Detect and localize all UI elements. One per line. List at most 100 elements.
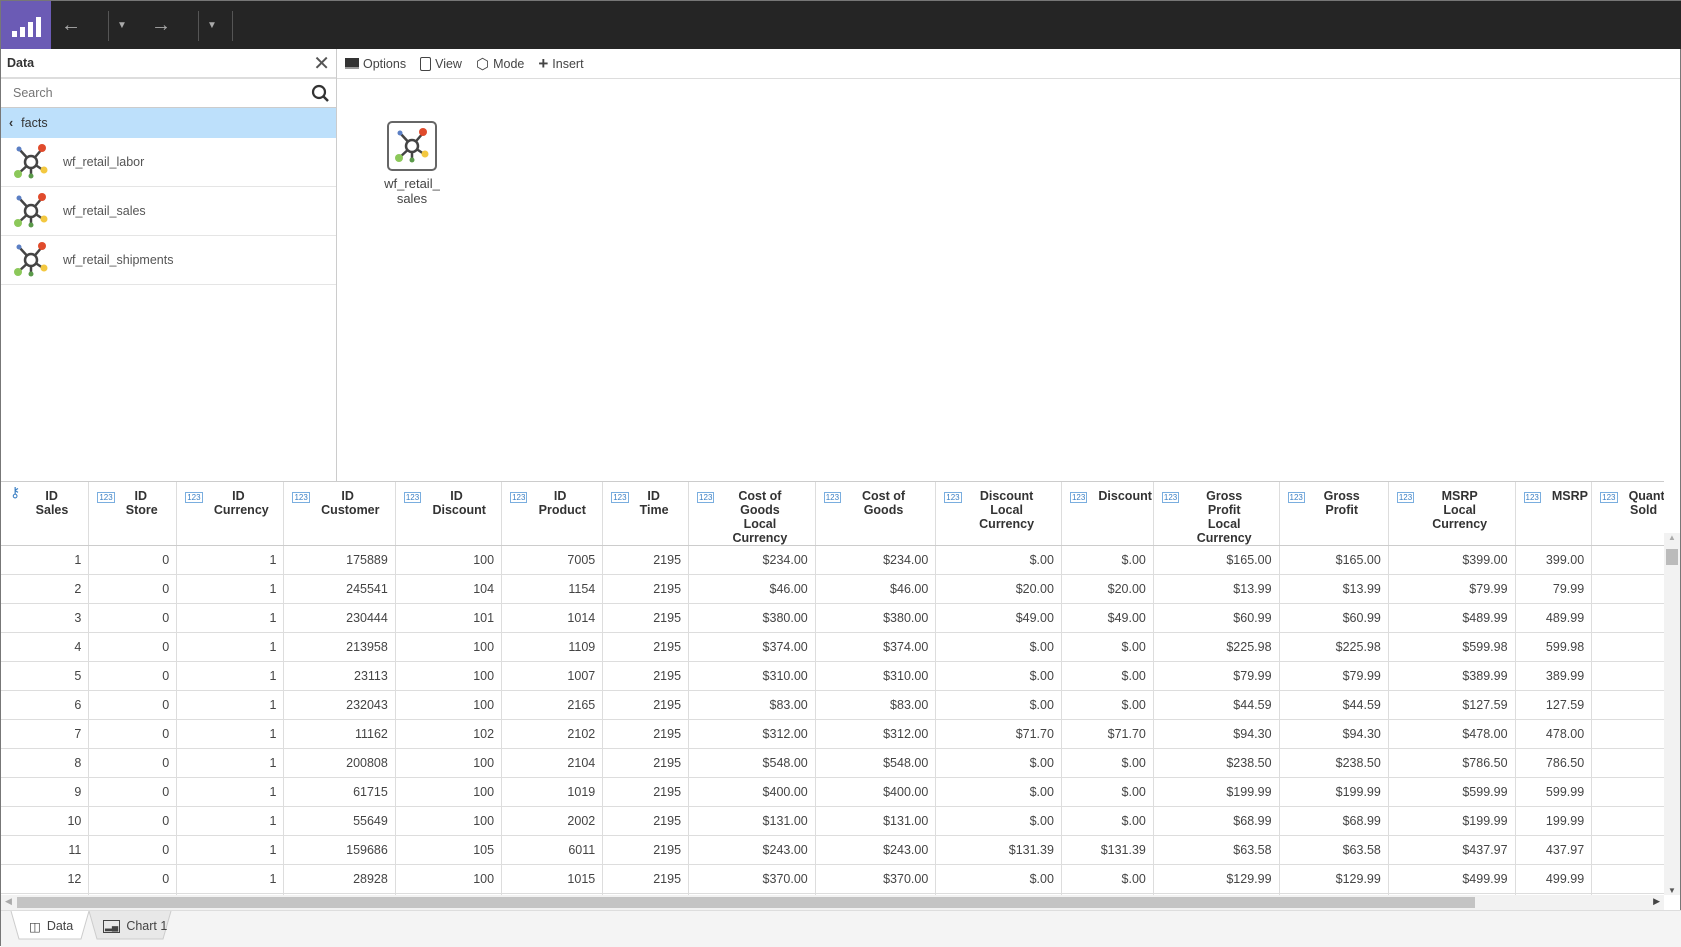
table-cell[interactable]: $389.99 <box>1388 661 1516 691</box>
table-cell[interactable]: $380.00 <box>815 603 937 633</box>
table-cell[interactable]: $599.98 <box>1388 632 1516 662</box>
table-cell[interactable]: $786.50 <box>1388 748 1516 778</box>
tab-data[interactable]: ◫ Data <box>15 911 87 941</box>
table-cell[interactable]: $400.00 <box>688 777 816 807</box>
table-cell[interactable]: 213958 <box>283 632 396 662</box>
table-cell[interactable]: 1154 <box>501 574 604 604</box>
table-cell[interactable]: 2002 <box>501 806 604 836</box>
table-cell[interactable]: 100 <box>395 661 503 691</box>
table-row[interactable]: 7 0 1 11162 102 2102 2195 $312.00 $312.00 $71.70 $… <box>1 719 1664 749</box>
table-cell[interactable]: $131.39 <box>935 835 1062 865</box>
table-cell[interactable]: $234.00 <box>815 545 937 575</box>
table-cell[interactable]: $.00 <box>1061 661 1154 691</box>
table-cell[interactable]: 0 <box>88 777 178 807</box>
table-cell[interactable]: 175889 <box>283 545 396 575</box>
tab-chart-1[interactable]: ▂▄ Chart 1 <box>89 911 181 941</box>
table-cell[interactable]: 100 <box>395 864 503 894</box>
table-cell[interactable]: $13.99 <box>1279 574 1389 604</box>
table-cell[interactable]: 2 <box>1591 632 1664 662</box>
table-cell[interactable]: 2195 <box>602 719 690 749</box>
table-cell[interactable]: 232043 <box>283 690 396 720</box>
table-cell[interactable]: 0 <box>88 632 178 662</box>
table-cell[interactable]: $46.00 <box>688 574 816 604</box>
table-cell[interactable]: 2195 <box>602 545 690 575</box>
search-icon[interactable] <box>306 83 336 103</box>
table-cell[interactable]: 1 <box>176 864 285 894</box>
table-cell[interactable]: $79.99 <box>1388 574 1516 604</box>
column-header[interactable]: 123 ID Discount <box>395 482 503 546</box>
table-cell[interactable]: $199.99 <box>1388 806 1516 836</box>
table-cell[interactable]: $131.00 <box>688 806 816 836</box>
table-cell[interactable]: 2195 <box>602 661 690 691</box>
table-cell[interactable]: 11162 <box>283 719 396 749</box>
table-cell[interactable]: 6 <box>1 690 90 720</box>
table-cell[interactable]: $225.98 <box>1153 632 1280 662</box>
table-cell[interactable]: 2195 <box>602 574 690 604</box>
column-header[interactable]: 123Quantity Sold <box>1591 482 1664 546</box>
column-header[interactable]: 123 Gross Profit Local Currency <box>1153 482 1280 546</box>
table-cell[interactable]: $312.00 <box>688 719 816 749</box>
table-cell[interactable]: 0 <box>88 661 178 691</box>
dataset-list-item[interactable]: wf_retail_shipments <box>1 236 336 285</box>
table-cell[interactable]: 1 <box>1591 777 1664 807</box>
table-cell[interactable]: 2195 <box>602 690 690 720</box>
table-cell[interactable]: $.00 <box>1061 806 1154 836</box>
table-cell[interactable]: $374.00 <box>815 632 937 662</box>
table-cell[interactable]: $.00 <box>935 545 1062 575</box>
table-cell[interactable]: $548.00 <box>688 748 816 778</box>
table-cell[interactable]: 1 <box>1591 748 1664 778</box>
table-cell[interactable]: $71.70 <box>1061 719 1154 749</box>
table-cell[interactable]: $238.50 <box>1279 748 1389 778</box>
table-cell[interactable]: $374.00 <box>688 632 816 662</box>
table-cell[interactable]: 1015 <box>501 864 604 894</box>
table-cell[interactable]: $.00 <box>935 777 1062 807</box>
table-row[interactable]: 12 0 1 28928 100 1015 2195 $370.00 $370.00 $.00 $.… <box>1 864 1664 894</box>
table-cell[interactable]: 9 <box>1 777 90 807</box>
table-cell[interactable]: 200808 <box>283 748 396 778</box>
table-cell[interactable]: $49.00 <box>1061 603 1154 633</box>
table-row[interactable]: 4 0 1 213958 100 1109 2195 $374.00 $374.00 $.00 $.… <box>1 632 1664 662</box>
table-cell[interactable]: $310.00 <box>688 661 816 691</box>
table-cell[interactable]: 1019 <box>501 777 604 807</box>
table-cell[interactable]: $.00 <box>935 748 1062 778</box>
table-row[interactable]: 5 0 1 23113 100 1007 2195 $310.00 $310.00 $.00 $.0… <box>1 661 1664 691</box>
table-cell[interactable]: 100 <box>395 545 503 575</box>
table-cell[interactable]: 1 <box>176 632 285 662</box>
table-cell[interactable]: 10 <box>1 806 90 836</box>
view-button[interactable]: View <box>420 56 462 71</box>
table-cell[interactable]: 199.99 <box>1515 806 1593 836</box>
table-cell[interactable]: $.00 <box>935 864 1062 894</box>
table-row[interactable]: 11 0 1 159686 105 6011 2195 $243.00 $243.00 $131.… <box>1 835 1664 865</box>
table-cell[interactable]: $94.30 <box>1153 719 1280 749</box>
column-header[interactable]: 123 ID Product <box>501 482 604 546</box>
forward-arrow-icon[interactable]: → <box>143 1 179 49</box>
table-cell[interactable]: $129.99 <box>1279 864 1389 894</box>
table-cell[interactable]: 2102 <box>501 719 604 749</box>
table-cell[interactable]: $63.58 <box>1279 835 1389 865</box>
search-input[interactable] <box>1 86 306 100</box>
back-arrow-icon[interactable]: ← <box>53 1 89 49</box>
table-cell[interactable]: 1 <box>176 777 285 807</box>
table-cell[interactable]: 2195 <box>602 864 690 894</box>
table-cell[interactable]: 0 <box>88 835 178 865</box>
horizontal-scrollbar[interactable]: ◀ ▶ <box>1 895 1664 910</box>
column-header[interactable]: 123 Cost of Goods <box>815 482 937 546</box>
table-cell[interactable]: 79.99 <box>1515 574 1593 604</box>
table-cell[interactable]: 7 <box>1 719 90 749</box>
table-cell[interactable]: $68.99 <box>1153 806 1280 836</box>
table-cell[interactable]: 55649 <box>283 806 396 836</box>
table-cell[interactable]: $68.99 <box>1279 806 1389 836</box>
table-cell[interactable]: $370.00 <box>688 864 816 894</box>
table-cell[interactable]: 1 <box>1591 603 1664 633</box>
table-cell[interactable]: 599.98 <box>1515 632 1593 662</box>
table-cell[interactable]: $370.00 <box>815 864 937 894</box>
table-cell[interactable]: $.00 <box>935 690 1062 720</box>
table-cell[interactable]: $234.00 <box>688 545 816 575</box>
table-cell[interactable]: 1 <box>1591 806 1664 836</box>
table-cell[interactable]: 8 <box>1 748 90 778</box>
table-cell[interactable]: $.00 <box>935 806 1062 836</box>
table-cell[interactable]: $60.99 <box>1153 603 1280 633</box>
table-cell[interactable]: $44.59 <box>1279 690 1389 720</box>
table-cell[interactable]: $.00 <box>1061 777 1154 807</box>
table-cell[interactable]: $499.99 <box>1388 864 1516 894</box>
